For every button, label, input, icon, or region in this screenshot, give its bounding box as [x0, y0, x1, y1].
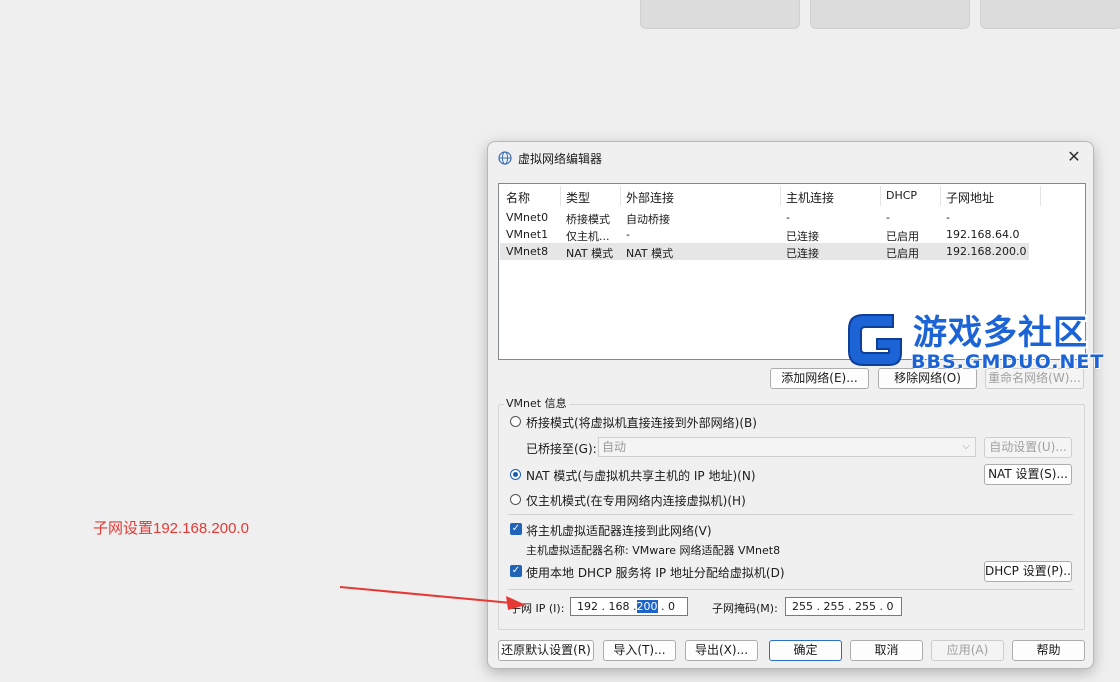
annotation-arrow-icon — [339, 586, 526, 610]
